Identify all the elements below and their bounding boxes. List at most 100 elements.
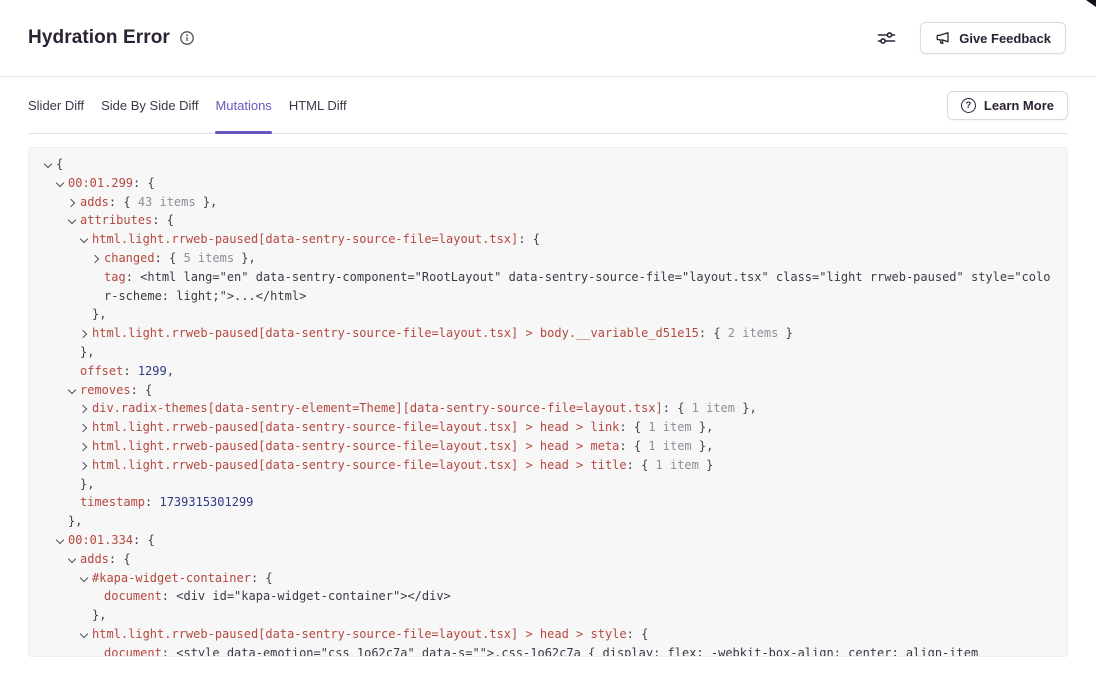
tree-text: <style data-emotion="css 1o62c7a" data-s… <box>176 646 978 657</box>
tree-text: : { <box>109 195 138 209</box>
chevron-down-icon[interactable] <box>55 536 68 546</box>
tree-text: 1 item <box>648 420 691 434</box>
tree-line: timestamp: 1739315301299 <box>44 493 1052 512</box>
tree-text: : { <box>619 439 648 453</box>
tree-text: }, <box>196 195 218 209</box>
tree-text: 1 item <box>656 458 699 472</box>
tree-text: : { <box>663 401 692 415</box>
tree-text: adds <box>80 552 109 566</box>
chevron-right-icon[interactable] <box>79 329 92 339</box>
tree-text: html.light.rrweb-paused[data-sentry-sour… <box>92 232 518 246</box>
tree-line[interactable]: adds: { 43 items }, <box>44 193 1052 212</box>
tab-mutations[interactable]: Mutations <box>215 77 271 133</box>
tree-line[interactable]: html.light.rrweb-paused[data-sentry-sour… <box>44 456 1052 475</box>
tree-text: <div id="kapa-widget-container"></div> <box>176 589 451 603</box>
tree-line: }, <box>44 305 1052 324</box>
learn-more-button[interactable]: ? Learn More <box>947 91 1068 120</box>
chevron-right-icon[interactable] <box>79 461 92 471</box>
tree-text: }, <box>92 307 106 321</box>
chevron-down-icon[interactable] <box>79 235 92 245</box>
chevron-right-icon[interactable] <box>79 442 92 452</box>
chevron-down-icon[interactable] <box>67 555 80 565</box>
tree-line[interactable]: div.radix-themes[data-sentry-element=The… <box>44 399 1052 418</box>
tree-text: 43 items <box>138 195 196 209</box>
tree-text: : { <box>627 627 649 641</box>
tree-text: <html lang="en" data-sentry-component="R… <box>104 270 1050 303</box>
learn-more-label: Learn More <box>984 98 1054 113</box>
tree-line[interactable]: changed: { 5 items }, <box>44 249 1052 268</box>
tree-line: }, <box>44 475 1052 494</box>
tree-text: : { <box>152 213 174 227</box>
page-header: Hydration Error Give Feedback <box>0 0 1096 77</box>
tree-text: 1739315301299 <box>159 495 253 509</box>
tree-line[interactable]: html.light.rrweb-paused[data-sentry-sour… <box>44 230 1052 249</box>
tree-text: : { <box>155 251 184 265</box>
chevron-down-icon[interactable] <box>43 160 56 170</box>
tab-side-by-side-diff[interactable]: Side By Side Diff <box>101 77 198 133</box>
tree-text: : { <box>518 232 540 246</box>
tree-text: html.light.rrweb-paused[data-sentry-sour… <box>92 420 619 434</box>
sliders-icon[interactable] <box>875 28 898 48</box>
tree-text: , <box>167 364 174 378</box>
info-icon[interactable] <box>179 30 195 46</box>
tree-line: document: <style data-emotion="css 1o62c… <box>44 644 1052 657</box>
tree-text: }, <box>692 420 714 434</box>
chevron-down-icon[interactable] <box>79 630 92 640</box>
chevron-down-icon[interactable] <box>55 179 68 189</box>
tree-text: 5 items <box>183 251 234 265</box>
tree-text: : { <box>627 458 656 472</box>
tree-line[interactable]: html.light.rrweb-paused[data-sentry-sour… <box>44 625 1052 644</box>
tree-text: 1 item <box>692 401 735 415</box>
tree-text: : <box>162 646 176 657</box>
tree-text: html.light.rrweb-paused[data-sentry-sour… <box>92 458 627 472</box>
mutations-tree-panel[interactable]: {00:01.299: {adds: { 43 items },attribut… <box>28 147 1068 657</box>
tree-text: 1 item <box>648 439 691 453</box>
give-feedback-button[interactable]: Give Feedback <box>920 22 1066 54</box>
tree-text: : <box>123 364 137 378</box>
tree-text: timestamp <box>80 495 145 509</box>
tree-line[interactable]: attributes: { <box>44 211 1052 230</box>
chevron-right-icon[interactable] <box>79 423 92 433</box>
tree-text: : <box>126 270 140 284</box>
tree-line[interactable]: 00:01.299: { <box>44 174 1052 193</box>
tree-line[interactable]: removes: { <box>44 381 1052 400</box>
tab-slider-diff[interactable]: Slider Diff <box>28 77 84 133</box>
chevron-down-icon[interactable] <box>67 386 80 396</box>
tree-text: changed <box>104 251 155 265</box>
tree-text: : { <box>699 326 728 340</box>
tree-line: tag: <html lang="en" data-sentry-compone… <box>44 268 1052 306</box>
chevron-down-icon[interactable] <box>67 216 80 226</box>
tree-line[interactable]: 00:01.334: { <box>44 531 1052 550</box>
tree-text: offset <box>80 364 123 378</box>
chevron-right-icon[interactable] <box>67 198 80 208</box>
tree-text: }, <box>92 608 106 622</box>
tree-text: 00:01.334 <box>68 533 133 547</box>
tree-text: adds <box>80 195 109 209</box>
tree-line[interactable]: adds: { <box>44 550 1052 569</box>
tree-line[interactable]: html.light.rrweb-paused[data-sentry-sour… <box>44 324 1052 343</box>
tree-text: : { <box>251 571 273 585</box>
tree-text: attributes <box>80 213 152 227</box>
tree-line[interactable]: { <box>44 155 1052 174</box>
tree-text: }, <box>735 401 757 415</box>
tree-line[interactable]: html.light.rrweb-paused[data-sentry-sour… <box>44 437 1052 456</box>
tree-text: : { <box>619 420 648 434</box>
tree-text: } <box>778 326 792 340</box>
chevron-right-icon[interactable] <box>91 254 104 264</box>
tree-text: }, <box>68 514 82 528</box>
tree-text: }, <box>692 439 714 453</box>
tab-html-diff[interactable]: HTML Diff <box>289 77 347 133</box>
tree-text: document <box>104 589 162 603</box>
chevron-right-icon[interactable] <box>79 404 92 414</box>
tree-text: removes <box>80 383 131 397</box>
page-title: Hydration Error <box>28 27 170 49</box>
tree-line[interactable]: #kapa-widget-container: { <box>44 569 1052 588</box>
tree-text: tag <box>104 270 126 284</box>
tree-text: : { <box>109 552 131 566</box>
tree-line: document: <div id="kapa-widget-container… <box>44 587 1052 606</box>
tree-line: }, <box>44 512 1052 531</box>
tree-text: 00:01.299 <box>68 176 133 190</box>
chevron-down-icon[interactable] <box>79 574 92 584</box>
tree-text: { <box>56 157 63 171</box>
tree-line[interactable]: html.light.rrweb-paused[data-sentry-sour… <box>44 418 1052 437</box>
